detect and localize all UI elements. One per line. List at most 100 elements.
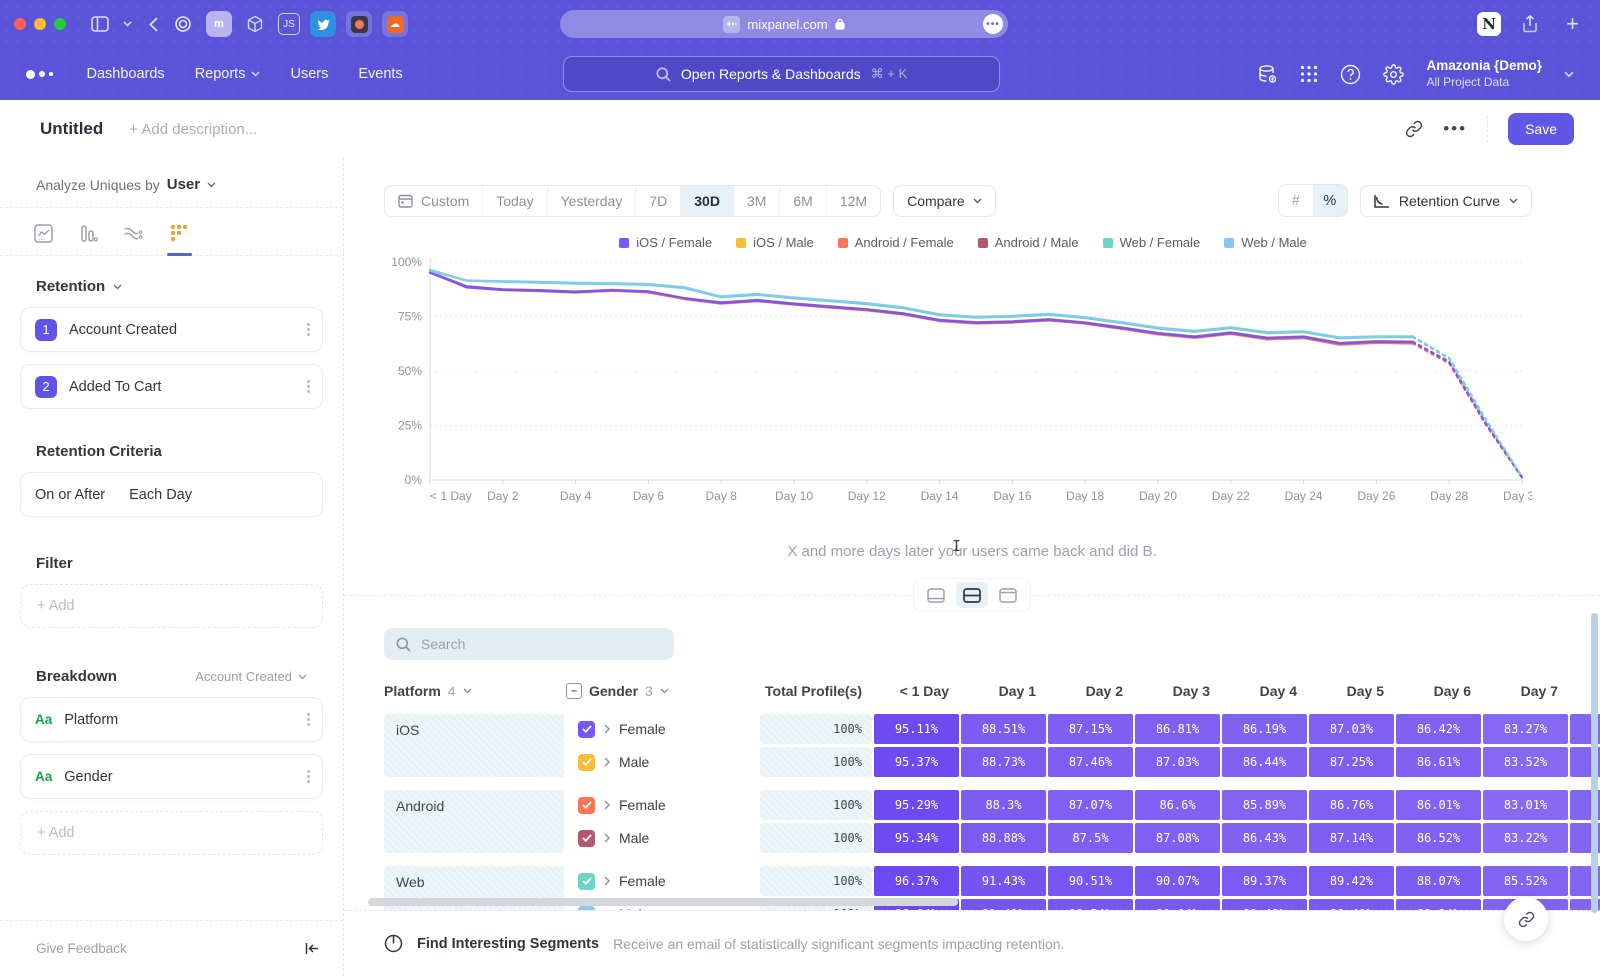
column-header-day-4[interactable]: Day 4 xyxy=(1222,683,1307,699)
row-checkbox[interactable] xyxy=(578,754,595,771)
retention-value-cell[interactable]: 86.01% xyxy=(1396,790,1481,820)
retention-value-cell[interactable]: 89.40% xyxy=(1309,899,1394,910)
report-title[interactable]: Untitled xyxy=(40,119,103,139)
retention-value-cell[interactable]: 87.03% xyxy=(1135,747,1220,777)
retention-value-cell[interactable]: 87.5% xyxy=(1048,823,1133,853)
column-header-day-5[interactable]: Day 5 xyxy=(1309,683,1394,699)
cube-icon[interactable] xyxy=(242,11,268,37)
mixpanel-logo-icon[interactable] xyxy=(26,70,53,79)
tab-flows[interactable] xyxy=(124,224,144,255)
row-checkbox[interactable] xyxy=(578,873,595,890)
retention-value-cell[interactable]: 83.22% xyxy=(1483,823,1568,853)
row-checkbox[interactable] xyxy=(578,797,595,814)
legend-item-android-male[interactable]: Android / Male xyxy=(978,235,1079,250)
apps-grid-icon[interactable] xyxy=(1300,65,1318,83)
legend-item-ios-female[interactable]: iOS / Female xyxy=(619,235,712,250)
retention-value-cell[interactable]: 89.42% xyxy=(1309,866,1394,896)
more-options-icon[interactable]: ••• xyxy=(1443,119,1467,139)
new-tab-icon[interactable]: + xyxy=(1566,11,1579,37)
legend-item-ios-male[interactable]: iOS / Male xyxy=(736,235,814,250)
absolute-format-button[interactable]: # xyxy=(1279,185,1313,216)
column-header-day-0[interactable]: < 1 Day xyxy=(874,683,959,699)
retention-value-cell[interactable]: 95.34% xyxy=(874,823,959,853)
close-window-icon[interactable] xyxy=(14,18,26,30)
save-button[interactable]: Save xyxy=(1508,113,1574,145)
row-checkbox[interactable] xyxy=(578,830,595,847)
breakdown-item-gender[interactable]: Aa Gender xyxy=(20,754,323,799)
give-feedback-link[interactable]: Give Feedback xyxy=(36,941,127,956)
table-only-layout-button[interactable] xyxy=(992,582,1024,608)
horizontal-scrollbar[interactable] xyxy=(368,898,958,906)
retention-value-cell[interactable]: 88.34% xyxy=(1396,899,1481,910)
column-header-gender[interactable]: –Gender3 xyxy=(566,683,758,699)
legend-item-android-female[interactable]: Android / Female xyxy=(838,235,954,250)
project-switcher[interactable]: Amazonia {Demo} All Project Data xyxy=(1426,58,1542,90)
retention-value-cell[interactable]: 88.73% xyxy=(961,747,1046,777)
expand-chevron-icon[interactable] xyxy=(604,757,610,767)
column-header-platform[interactable]: Platform4 xyxy=(384,683,564,699)
step-options-icon[interactable] xyxy=(307,380,310,393)
retention-value-cell[interactable]: 85.89% xyxy=(1222,790,1307,820)
row-checkbox[interactable] xyxy=(578,721,595,738)
share-link-fab[interactable] xyxy=(1504,897,1548,941)
retention-value-cell[interactable]: 86.43% xyxy=(1222,823,1307,853)
tab-insights[interactable] xyxy=(34,224,53,255)
retention-value-cell[interactable]: 86.44% xyxy=(1222,747,1307,777)
column-header-day-2[interactable]: Day 2 xyxy=(1048,683,1133,699)
gender-row-ios-female[interactable]: Female xyxy=(566,714,758,744)
gender-row-android-male[interactable]: Male xyxy=(566,823,758,853)
select-all-checkbox[interactable]: – xyxy=(566,683,582,699)
breakdown-options-icon[interactable] xyxy=(307,770,310,783)
expand-chevron-icon[interactable] xyxy=(604,800,610,810)
retention-value-cell[interactable]: 95.29% xyxy=(874,790,959,820)
retention-value-cell[interactable]: 90.54% xyxy=(1048,899,1133,910)
retention-value-cell[interactable]: 86.6% xyxy=(1135,790,1220,820)
breakdown-event-selector[interactable]: Account Created xyxy=(195,669,307,684)
range-30d[interactable]: 30D xyxy=(681,186,734,216)
tab-funnels[interactable] xyxy=(79,224,98,255)
retention-value-cell[interactable]: 86.52% xyxy=(1396,823,1481,853)
retention-criteria-selector[interactable]: On or After Each Day xyxy=(20,472,323,517)
nav-users[interactable]: Users xyxy=(290,66,328,82)
retention-value-cell[interactable]: 95.11% xyxy=(874,714,959,744)
retention-value-cell[interactable]: 86.61% xyxy=(1396,747,1481,777)
gender-row-android-female[interactable]: Female xyxy=(566,790,758,820)
table-search-input[interactable] xyxy=(421,636,641,652)
ring-logo-icon[interactable] xyxy=(170,11,196,37)
column-header-day-6[interactable]: Day 6 xyxy=(1396,683,1481,699)
gender-row-ios-male[interactable]: Male xyxy=(566,747,758,777)
retention-value-cell[interactable]: 91.41% xyxy=(961,899,1046,910)
tab-retention[interactable] xyxy=(170,224,189,255)
retention-value-cell[interactable]: 87.25% xyxy=(1309,747,1394,777)
column-header-day-3[interactable]: Day 3 xyxy=(1135,683,1220,699)
retention-value-cell[interactable]: 96.37% xyxy=(874,866,959,896)
retention-value-cell[interactable]: 90.51% xyxy=(1048,866,1133,896)
bird-icon[interactable] xyxy=(310,11,336,37)
retention-value-cell[interactable]: 88.51% xyxy=(961,714,1046,744)
retention-value-cell[interactable]: 83.52% xyxy=(1483,747,1568,777)
find-segments-label[interactable]: Find Interesting Segments xyxy=(417,936,599,952)
sidebar-toggle-icon[interactable] xyxy=(91,16,109,32)
platform-cell[interactable]: Android xyxy=(384,790,564,853)
retention-value-cell[interactable]: 86.81% xyxy=(1135,714,1220,744)
retention-value-cell[interactable]: 83.01% xyxy=(1483,790,1568,820)
column-header-day-7[interactable]: Day 7 xyxy=(1483,683,1568,699)
retention-value-cell[interactable]: 87.08% xyxy=(1135,823,1220,853)
maximize-window-icon[interactable] xyxy=(54,18,66,30)
retention-value-cell[interactable]: 86.76% xyxy=(1309,790,1394,820)
url-more-icon[interactable]: ••• xyxy=(983,14,1003,34)
chart-type-selector[interactable]: Retention Curve xyxy=(1360,185,1532,217)
share-icon[interactable] xyxy=(1522,15,1538,33)
retention-value-cell[interactable]: 91.43% xyxy=(961,866,1046,896)
global-search[interactable]: Open Reports & Dashboards ⌘ + K xyxy=(563,56,1000,92)
retention-value-cell[interactable]: 88.88% xyxy=(961,823,1046,853)
retention-value-cell[interactable]: 88.3% xyxy=(961,790,1046,820)
legend-item-web-male[interactable]: Web / Male xyxy=(1224,235,1307,250)
expand-chevron-icon[interactable] xyxy=(604,876,610,886)
table-search[interactable] xyxy=(384,628,674,660)
back-icon[interactable] xyxy=(149,17,158,32)
retention-value-cell[interactable]: 87.46% xyxy=(1048,747,1133,777)
analyze-value-selector[interactable]: User xyxy=(167,176,200,193)
range-custom[interactable]: Custom xyxy=(385,186,483,216)
report-description-placeholder[interactable]: + Add description... xyxy=(129,121,257,138)
